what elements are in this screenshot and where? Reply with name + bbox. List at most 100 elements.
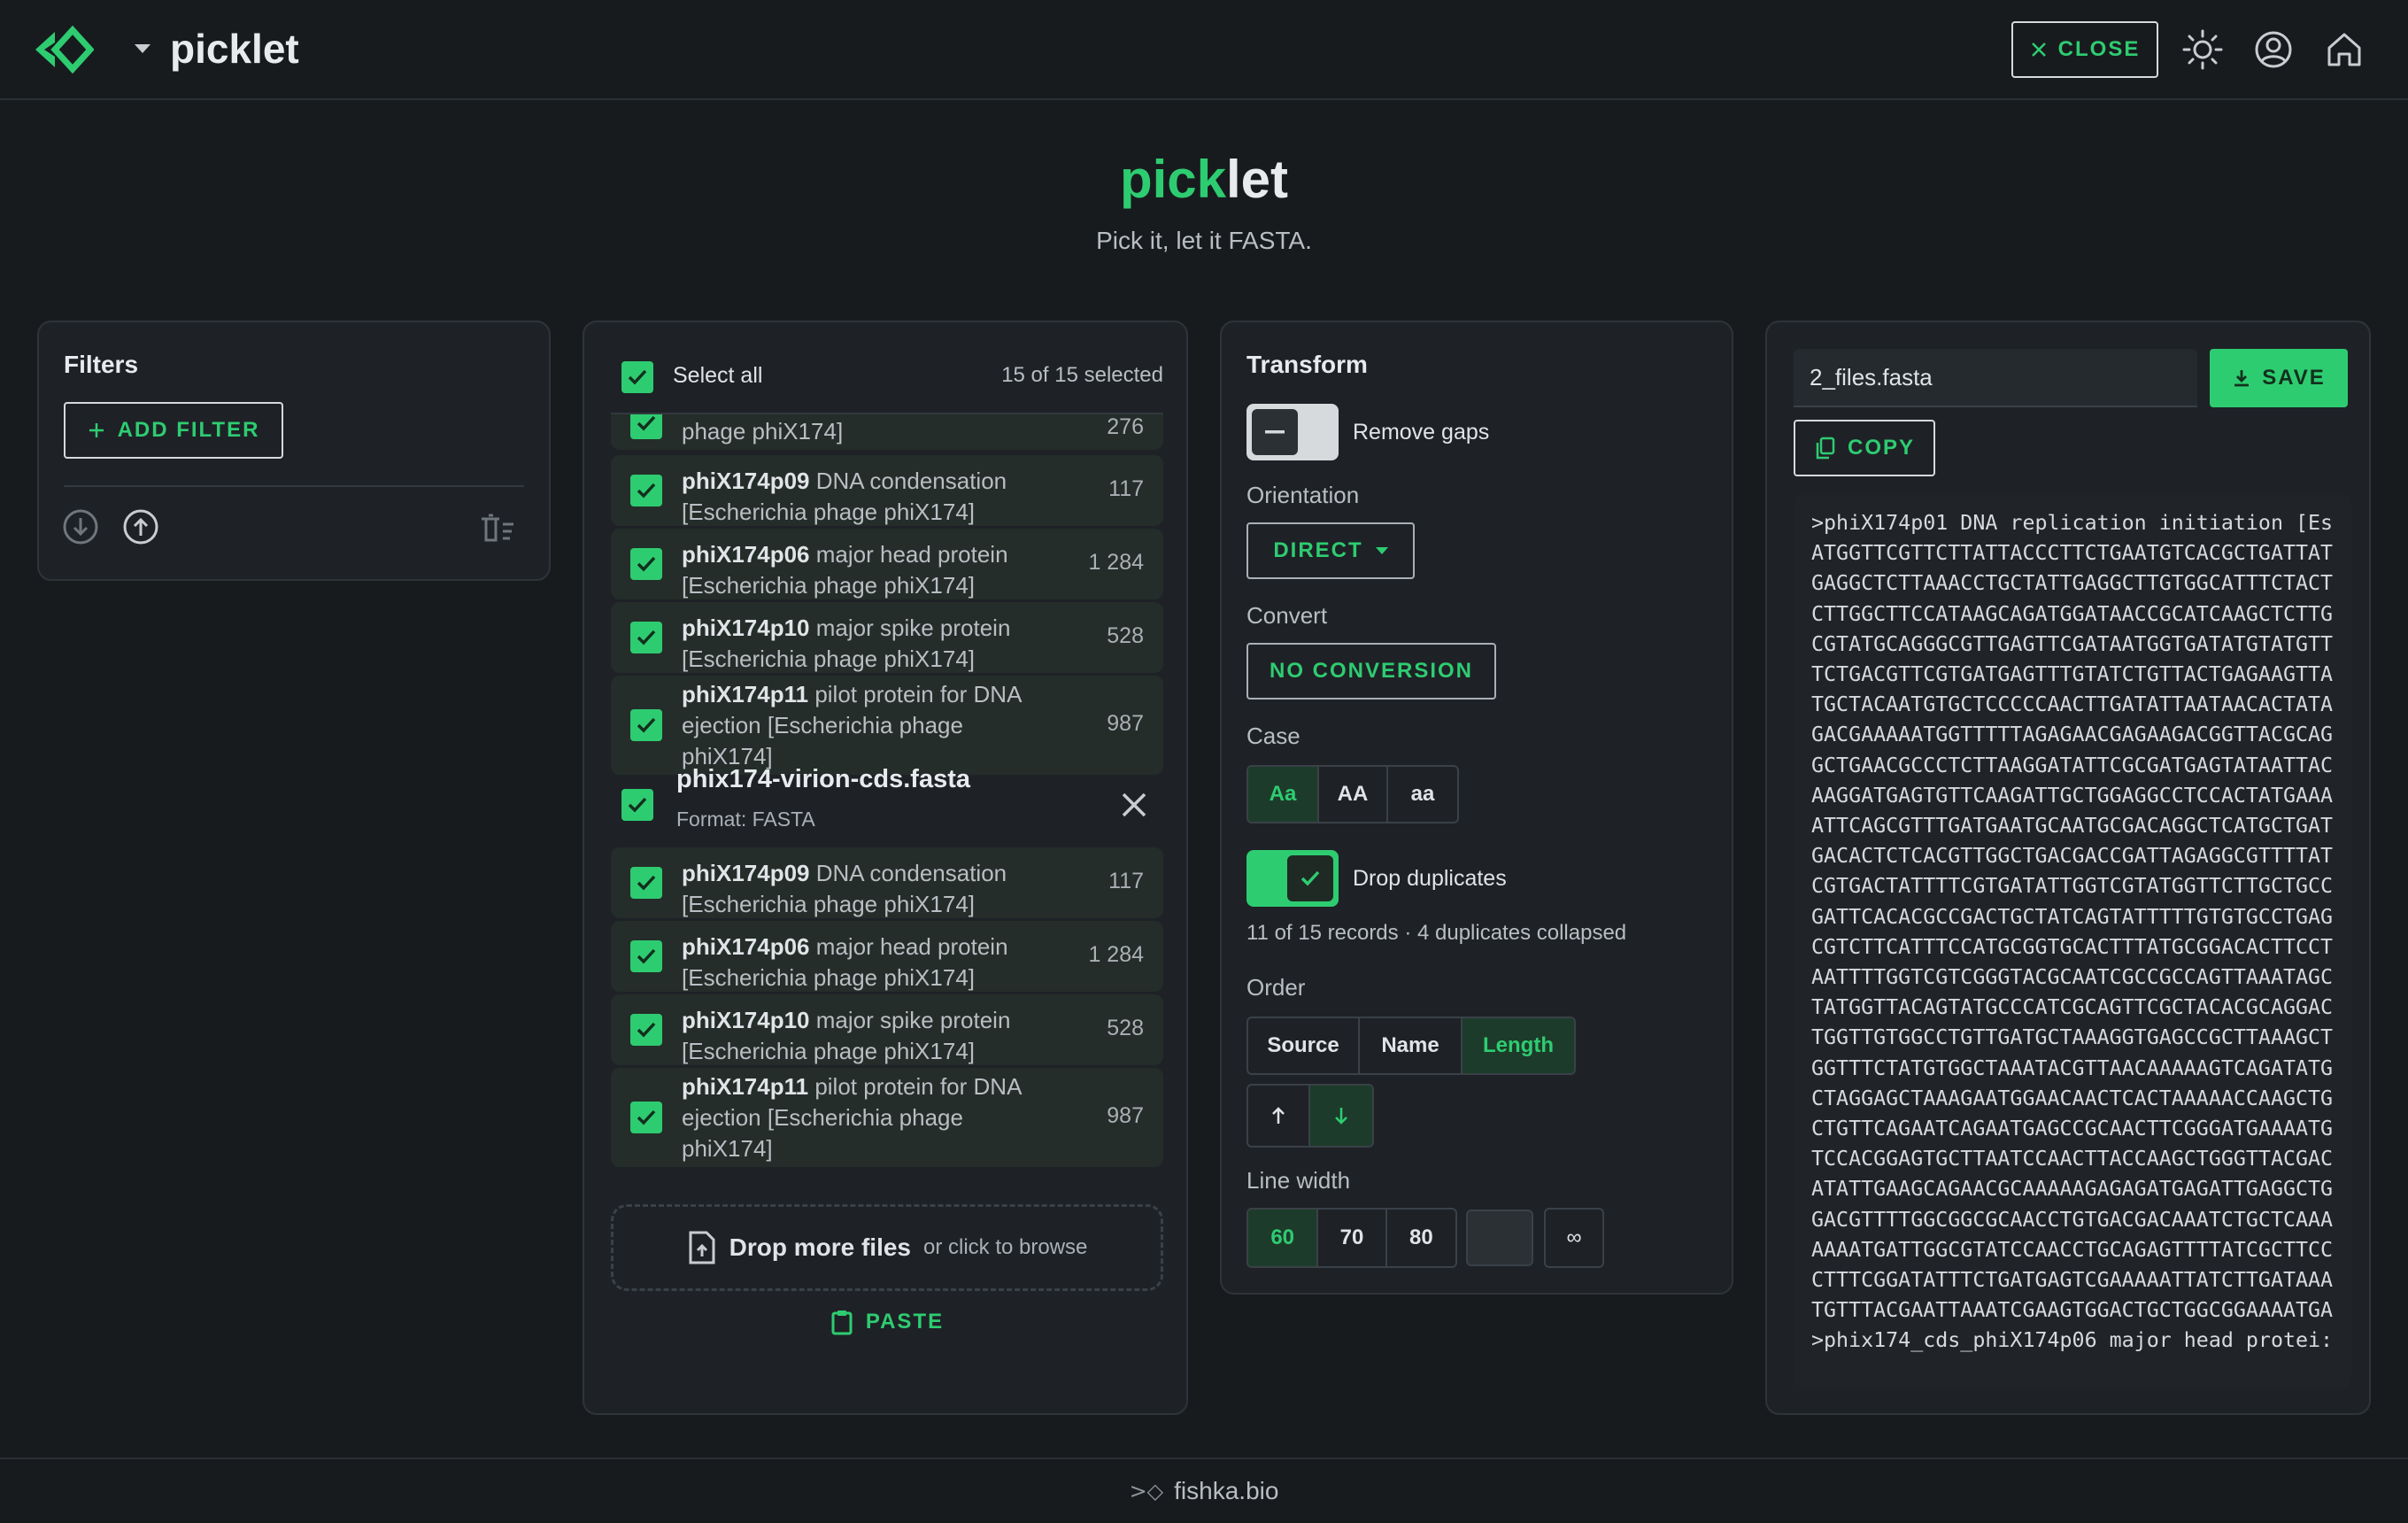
- check-icon: [637, 630, 656, 646]
- file-upload-icon: [689, 1231, 715, 1264]
- orientation-select[interactable]: DIRECT: [1246, 522, 1415, 579]
- records-panel: Select all 15 of 15 selected phage phiX1…: [583, 321, 1188, 1415]
- descending-button[interactable]: [1310, 1086, 1372, 1146]
- records-scroll-area[interactable]: phage phiX174] 276 phiX174p09 DNA conden…: [584, 414, 1186, 1413]
- record-checkbox[interactable]: [630, 1014, 662, 1046]
- drop-hint: or click to browse: [923, 1235, 1088, 1259]
- convert-select[interactable]: NO CONVERSION: [1246, 643, 1496, 700]
- record-row[interactable]: phiX174p11 pilot protein for DNA ejection…: [611, 1068, 1163, 1167]
- fasta-line: CTAGGAGCTAAAGAATGGAACAACTCACTAAAAACCAAGC…: [1811, 1086, 2334, 1110]
- record-length: 117: [1108, 869, 1144, 893]
- app-switcher-caret-icon[interactable]: [135, 44, 150, 53]
- record-row[interactable]: phiX174p06 major head protein [Escherichi…: [611, 529, 1163, 599]
- case-label: Case: [1246, 723, 1300, 749]
- record-length: 987: [1107, 711, 1144, 736]
- fasta-line: TGCTACAATGTGCTCCCCCAACTTGATATTAATAACACTA…: [1811, 692, 2334, 717]
- home-icon[interactable]: [2323, 28, 2366, 71]
- record-row[interactable]: phiX174p06 major head protein [Escherichi…: [611, 921, 1163, 992]
- record-checkbox[interactable]: [630, 940, 662, 972]
- save-label: SAVE: [2262, 366, 2326, 390]
- record-row[interactable]: phiX174p09 DNA condensation [Escherichia …: [611, 455, 1163, 526]
- line-width-60[interactable]: 60: [1248, 1210, 1319, 1266]
- record-checkbox[interactable]: [630, 548, 662, 580]
- record-row[interactable]: phage phiX174] 276: [611, 414, 1163, 450]
- record-checkbox[interactable]: [630, 709, 662, 741]
- record-length: 528: [1107, 623, 1144, 648]
- file-checkbox[interactable]: [621, 789, 653, 821]
- remove-gaps-toggle[interactable]: [1246, 404, 1339, 460]
- fasta-line: AATTTTGGTCGTCGGGTACGCAATCGCCGCCAGTTAAATA…: [1811, 965, 2334, 990]
- hero-title-rest: let: [1226, 150, 1289, 209]
- theme-sun-icon[interactable]: [2181, 28, 2224, 71]
- fasta-line: GAGGCTCTTAAACCTGCTATTGAGGCTTGTGGCATTTCTA…: [1811, 571, 2334, 596]
- app-name[interactable]: picklet: [170, 25, 299, 73]
- minus-icon: [1265, 430, 1285, 434]
- record-text: phiX174p06 major head protein [Escherichi…: [682, 539, 1089, 601]
- record-id: phiX174p10: [682, 615, 810, 641]
- copy-button[interactable]: COPY: [1794, 420, 1935, 476]
- save-button[interactable]: SAVE: [2210, 349, 2348, 407]
- order-option-source[interactable]: Source: [1248, 1018, 1360, 1073]
- account-icon[interactable]: [2252, 28, 2295, 71]
- custom-line-width-input[interactable]: [1466, 1210, 1533, 1266]
- record-checkbox[interactable]: [630, 622, 662, 653]
- line-width-infinite[interactable]: ∞: [1546, 1210, 1602, 1266]
- case-option-uppercase[interactable]: AA: [1319, 767, 1388, 822]
- check-icon: [637, 875, 656, 891]
- fasta-line: GATTCACACGCCGACTGCTATCAGTATTTTTGTGTGCCTG…: [1811, 904, 2334, 929]
- select-all-checkbox[interactable]: [621, 361, 653, 393]
- record-row[interactable]: phiX174p10 major spike protein [Escherich…: [611, 602, 1163, 673]
- fasta-output-preview[interactable]: >phiX174p01 DNA replication initiation […: [1794, 492, 2351, 1388]
- record-checkbox[interactable]: [630, 475, 662, 506]
- record-row[interactable]: phiX174p10 major spike protein [Escherich…: [611, 994, 1163, 1065]
- plus-icon: [89, 423, 104, 437]
- import-icon[interactable]: [62, 508, 99, 545]
- fasta-line: ATGGTTCGTTCTTATTACCCTTCTGAATGTCACGCTGATT…: [1811, 541, 2334, 566]
- filters-panel: Filters ADD FILTER: [37, 321, 551, 581]
- output-filename-input[interactable]: [1794, 349, 2197, 407]
- record-checkbox[interactable]: [630, 867, 662, 899]
- remove-file-icon[interactable]: [1119, 790, 1149, 820]
- fasta-line: GGTTTCTATGTGGCTAAATACGTTAACAAAAAGTCAGATA…: [1811, 1055, 2334, 1080]
- record-row[interactable]: phiX174p11 pilot protein for DNA ejection…: [611, 676, 1163, 775]
- record-length: 117: [1108, 476, 1144, 501]
- record-checkbox[interactable]: [630, 414, 662, 439]
- export-icon[interactable]: [122, 508, 159, 545]
- fasta-line: CGTGACTATTTTCGTGATATTGGTCGTATGGTTCTTGCTG…: [1811, 874, 2334, 899]
- line-width-70[interactable]: 70: [1318, 1210, 1387, 1266]
- record-text: phiX174p06 major head protein [Escherichi…: [682, 932, 1089, 993]
- check-icon: [637, 483, 656, 499]
- order-direction-group: [1246, 1084, 1374, 1148]
- clear-filters-icon[interactable]: [478, 510, 517, 545]
- paste-button[interactable]: PASTE: [584, 1309, 1186, 1335]
- close-button[interactable]: CLOSE: [2011, 21, 2158, 78]
- fasta-line: AAAATGATTGGCGTATCCAACCTGCAGAGTTTTATCGCTT…: [1811, 1237, 2334, 1262]
- convert-label: Convert: [1246, 602, 1328, 629]
- check-icon: [637, 415, 656, 431]
- order-option-length[interactable]: Length: [1463, 1018, 1574, 1073]
- paste-label: PASTE: [865, 1310, 945, 1334]
- ascending-button[interactable]: [1248, 1086, 1310, 1146]
- add-filter-button[interactable]: ADD FILTER: [64, 402, 283, 459]
- picklet-logo-icon[interactable]: [34, 25, 94, 74]
- order-option-name[interactable]: Name: [1360, 1018, 1463, 1073]
- case-option-lowercase[interactable]: aa: [1388, 767, 1457, 822]
- drop-duplicates-toggle[interactable]: [1246, 850, 1339, 907]
- top-bar: picklet CLOSE: [0, 0, 2408, 100]
- record-length: 1 284: [1088, 550, 1144, 575]
- record-desc: major spike protein: [815, 1007, 1011, 1033]
- select-all-label: Select all: [673, 363, 763, 388]
- line-width-80[interactable]: 80: [1387, 1210, 1455, 1266]
- record-organism: [Escherichia phage phiX174]: [682, 499, 976, 525]
- record-organism: [Escherichia phage phiX174]: [682, 964, 976, 991]
- fasta-line: CTTTCGGATATTTCTGATGAGTCGAAAAATTATCTTGATA…: [1811, 1268, 2334, 1293]
- record-length: 276: [1107, 414, 1144, 439]
- order-label: Order: [1246, 974, 1306, 1001]
- case-option-titlecase[interactable]: Aa: [1248, 767, 1319, 822]
- drop-zone[interactable]: Drop more files or click to browse: [611, 1204, 1163, 1291]
- record-row[interactable]: phiX174p09 DNA condensation [Escherichia …: [611, 847, 1163, 918]
- fasta-line: CGTCTTCATTTCCATGCGGTGCACTTTATGCGGACACTTC…: [1811, 934, 2334, 959]
- footer-link[interactable]: fishka.bio: [1174, 1477, 1278, 1505]
- record-checkbox[interactable]: [630, 1102, 662, 1133]
- record-text: phiX174p11 pilot protein for DNA ejection…: [682, 679, 1089, 772]
